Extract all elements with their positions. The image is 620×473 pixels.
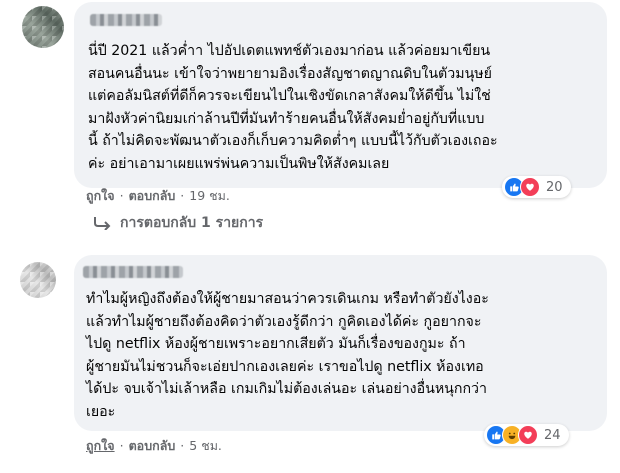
comment-text-line: ค่ะ อย่าเอามาเผยแพร่พ่นความเป็นพิษให้สัง… <box>88 155 390 172</box>
like-comment-button[interactable]: ถูกใจ <box>86 438 115 453</box>
like-comment-button[interactable]: ถูกใจ <box>86 188 115 203</box>
separator-dot: · <box>119 188 124 203</box>
reaction-count: 20 <box>546 179 563 195</box>
view-replies-label[interactable]: การตอบกลับ 1 รายการ <box>120 212 263 234</box>
love-icon <box>520 177 540 197</box>
comment-text: ทำไมผู้หญิงถึงต้องให้ผู้ชายมาสอนว่าควรเด… <box>86 288 489 424</box>
comment-actions: ถูกใจ · ตอบกลับ · 19 ชม. <box>86 186 230 206</box>
reaction-summary[interactable]: 24 <box>484 424 569 446</box>
comment-text-line: ได้ปะ จบเจ้าไม่เล้าหลือ เกมเกิมไม่ต้องเล… <box>86 381 487 398</box>
comment-text-line: สอนคนอื่นนะ เข้าใจว่าพยายามอิงเรื่องสัญช… <box>88 65 492 82</box>
comment-author-name-blurred[interactable] <box>90 14 162 26</box>
comment-text: นี่ปี 2021 แล้วค่ำา ไปอัปเดตแพทช์ตัวเองม… <box>88 40 498 176</box>
comment-actions: ถูกใจ · ตอบกลับ · 5 ชม. <box>86 436 222 456</box>
comment-text-line: แล้วทำไมผู้ชายถึงต้องคิดว่าตัวเองรู้ดีกว… <box>86 313 482 330</box>
comment-text-line: เยอะ <box>86 403 116 420</box>
comment-text-line: แต่คอลัมนิสต์ที่ดีก็ควรจะเขียนไปในเชิงขั… <box>88 88 491 105</box>
comment-text-line: ไปดู netflix ห้องผู้ชายเพราะอยากเสียตัว … <box>86 336 466 353</box>
reply-arrow-icon <box>94 217 111 230</box>
comment-author-avatar[interactable] <box>22 6 64 48</box>
reaction-count: 24 <box>544 427 561 443</box>
separator-dot: · <box>119 438 124 453</box>
view-replies-link[interactable]: การตอบกลับ 1 รายการ <box>92 212 263 234</box>
love-icon <box>518 425 538 445</box>
comment-text-line: นี้ ถ้าไม่คิดจะพัฒนาตัวเองก็เก็บความคิดต… <box>88 133 498 150</box>
comment-author-avatar[interactable] <box>20 262 56 298</box>
comment-timestamp[interactable]: 19 ชม. <box>189 188 230 203</box>
reaction-summary[interactable]: 20 <box>502 176 571 198</box>
reply-comment-button[interactable]: ตอบกลับ <box>129 188 176 203</box>
comment-text-line: นี่ปี 2021 แล้วค่ำา ไปอัปเดตแพทช์ตัวเองม… <box>88 43 491 59</box>
comment-timestamp[interactable]: 5 ชม. <box>189 438 222 453</box>
comment-text-line: ทำไมผู้หญิงถึงต้องให้ผู้ชายมาสอนว่าควรเด… <box>86 291 489 307</box>
reply-comment-button[interactable]: ตอบกลับ <box>129 438 176 453</box>
comment-text-line: ผู้ชายมันไม่ชวนก็จะเอ่ยปากเองเลยค่ะ เราข… <box>86 358 484 375</box>
comment-text-line: มาฝังหัวค่านิยมเก่าล้านปีที่มันทำร้ายคนอ… <box>88 110 485 127</box>
separator-dot: · <box>180 438 185 453</box>
comment-author-name-blurred[interactable] <box>83 266 183 278</box>
separator-dot: · <box>180 188 185 203</box>
